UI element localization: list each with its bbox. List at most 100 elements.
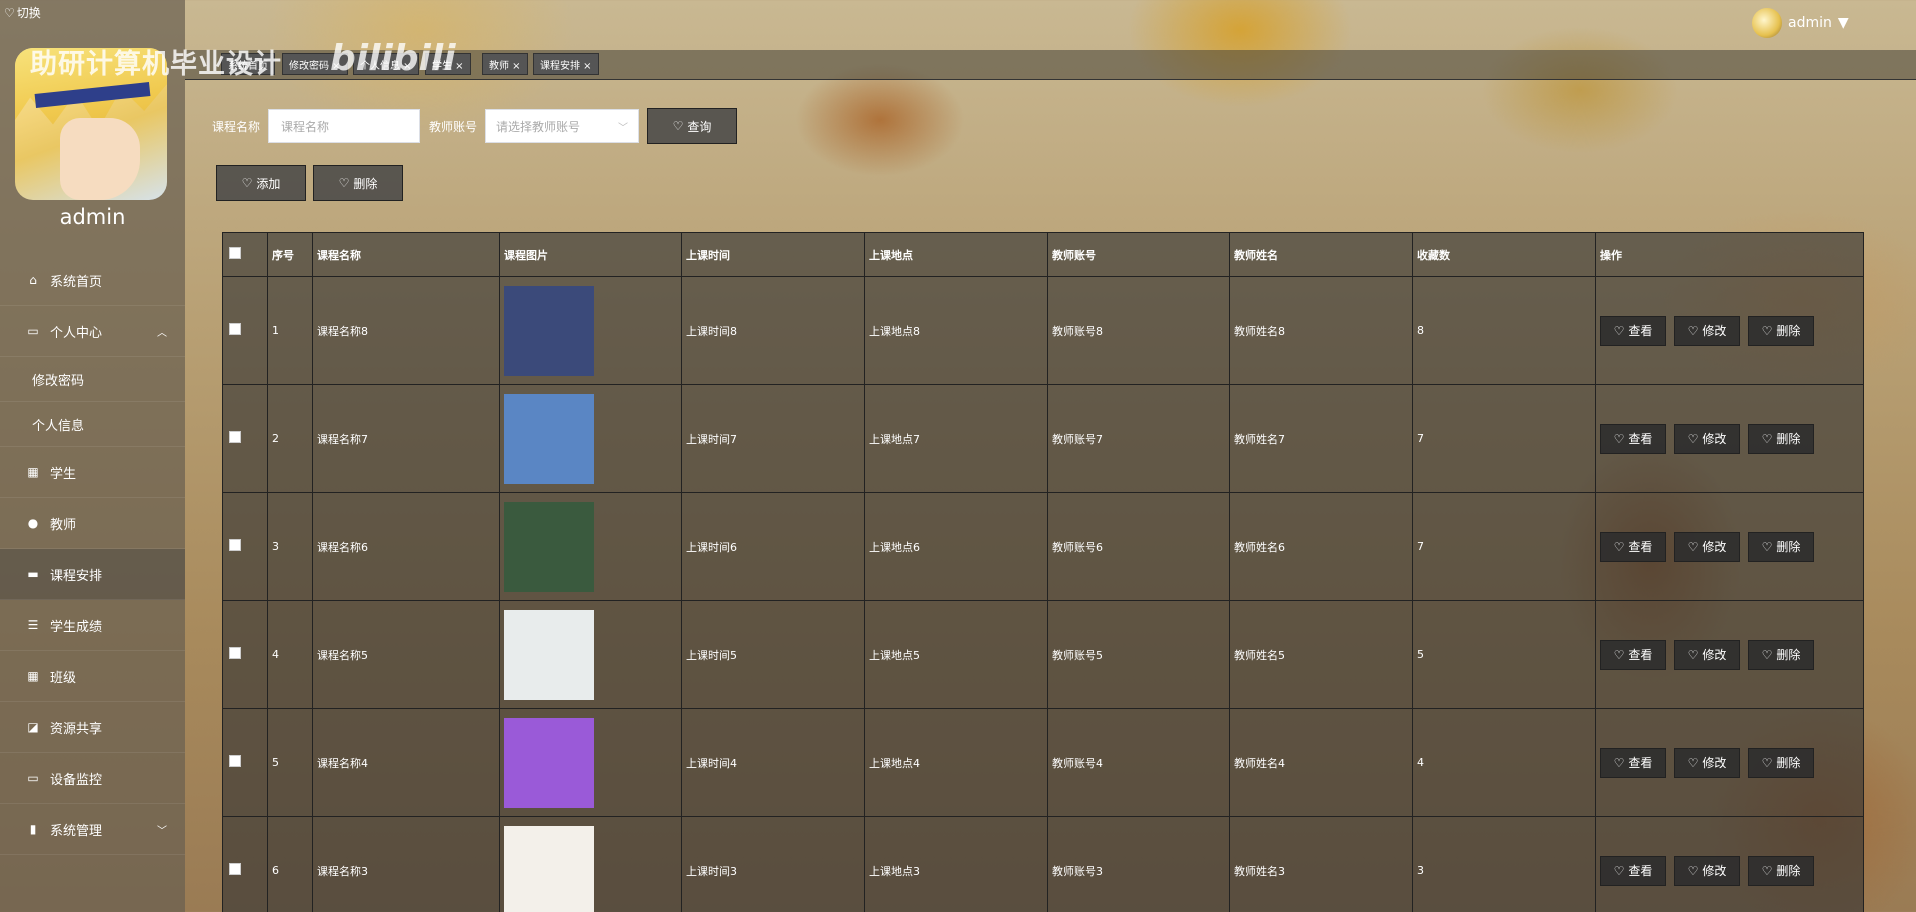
course-place-cell: 上课地点8 [864,276,1048,385]
course-name-cell: 课程名称7 [312,384,500,493]
row-delete-button[interactable]: ♡ 删除 [1748,855,1814,886]
sidebar-item-label: 设备监控 [50,772,103,788]
sidebar-item-label: 系统首页 [50,274,103,290]
edit-button[interactable]: ♡ 修改 [1674,747,1740,778]
view-button[interactable]: ♡ 查看 [1600,747,1666,778]
course-name-input[interactable]: 课程名称 [268,109,421,143]
top-user-menu[interactable]: admin ▼ [1752,8,1849,38]
heart-icon: ♡ [1687,863,1699,878]
row-checkbox[interactable] [229,755,241,767]
row-checkbox[interactable] [229,431,241,443]
edit-button[interactable]: ♡ 修改 [1674,531,1740,562]
caret-down-icon: ▼ [1837,15,1849,31]
sidebar-item-personal-center[interactable]: ▭ 个人中心 ︿ [0,306,185,357]
row-delete-button[interactable]: ♡ 删除 [1748,531,1814,562]
favorites-cell: 8 [1412,276,1596,385]
course-image-cell [499,816,682,912]
row-index: 4 [267,600,313,709]
sidebar-item-class[interactable]: ▦ 班级 [0,651,185,702]
monitor-icon: ▭ [27,771,39,785]
sidebar-menu: ⌂ 系统首页 ▭ 个人中心 ︿ 修改密码 个人信息 ▦ 学生 ● 教师 ▬ 课程… [0,255,185,855]
col-header: 收藏数 [1412,232,1596,277]
sidebar-item-label: 修改密码 [32,373,85,389]
delete-button[interactable]: ♡ 删除 [313,165,403,201]
add-button[interactable]: ♡ 添加 [216,165,306,201]
heart-icon: ♡ [1687,539,1699,554]
course-time-cell: 上课时间7 [681,384,865,493]
col-header: 序号 [267,232,313,277]
row-checkbox[interactable] [229,863,241,875]
sidebar-item-change-password[interactable]: 修改密码 [0,357,185,402]
col-header: 课程图片 [499,232,682,277]
edit-button[interactable]: ♡ 修改 [1674,423,1740,454]
row-delete-button[interactable]: ♡ 删除 [1748,315,1814,346]
view-button-label: 查看 [1628,756,1653,770]
heart-icon: ♡ [1761,755,1773,770]
edit-button-label: 修改 [1702,432,1727,446]
brand-watermark: bilibili [330,38,456,79]
view-button-label: 查看 [1628,864,1653,878]
row-actions-cell: ♡ 查看 ♡ 修改 ♡ 删除 [1595,492,1864,601]
row-checkbox[interactable] [229,647,241,659]
input-placeholder: 课程名称 [281,119,330,134]
view-button[interactable]: ♡ 查看 [1600,315,1666,346]
row-index: 2 [267,384,313,493]
chevron-down-icon: ﹀ [618,122,629,134]
row-select-cell [222,708,268,817]
course-image [504,825,594,912]
row-delete-button[interactable]: ♡ 删除 [1748,423,1814,454]
heart-icon: ♡ [1761,431,1773,446]
row-checkbox[interactable] [229,323,241,335]
sidebar-item-personal-info[interactable]: 个人信息 [0,402,185,447]
col-header: 上课地点 [864,232,1048,277]
sidebar-item-label: 个人中心 [50,325,103,341]
view-button[interactable]: ♡ 查看 [1600,531,1666,562]
teacher-account-select[interactable]: 请选择教师账号 ﹀ [485,109,640,143]
sidebar-item-system-management[interactable]: ▮ 系统管理 ﹀ [0,804,185,855]
col-header: 上课时间 [681,232,865,277]
sidebar-item-student-grades[interactable]: ☰ 学生成绩 [0,600,185,651]
tab-course-schedule[interactable]: 课程安排 × [533,53,599,75]
course-name-label: 课程名称 [212,119,261,134]
view-button-label: 查看 [1628,648,1653,662]
heart-icon: ♡ [1687,755,1699,770]
edit-button-label: 修改 [1702,540,1727,554]
query-button[interactable]: ♡ 查询 [647,108,738,144]
chat-icon: ▬ [27,567,39,581]
row-delete-button[interactable]: ♡ 删除 [1748,639,1814,670]
heart-icon: ♡ [1761,323,1773,338]
card-icon: ▭ [27,324,39,338]
teacher-account-cell: 教师账号4 [1047,708,1230,817]
sidebar-item-teacher[interactable]: ● 教师 [0,498,185,549]
col-header: 教师账号 [1047,232,1230,277]
query-button-label: 查询 [687,119,712,134]
heart-icon: ♡ [1687,323,1699,338]
table-row: 6 课程名称3 上课时间3 上课地点3 教师账号3 教师姓名3 3 ♡ 查看 ♡ 修改 ♡ 删除 [222,816,1864,912]
row-delete-button-label: 删除 [1776,540,1801,554]
tab-teacher[interactable]: 教师 × [482,53,528,75]
edit-button[interactable]: ♡ 修改 [1674,855,1740,886]
switch-button[interactable]: ♡ 切换 [4,4,41,21]
select-all-checkbox[interactable] [229,247,241,259]
view-button-label: 查看 [1628,540,1653,554]
sidebar-item-home[interactable]: ⌂ 系统首页 [0,255,185,306]
row-delete-button[interactable]: ♡ 删除 [1748,747,1814,778]
sidebar-item-student[interactable]: ▦ 学生 [0,447,185,498]
sidebar-item-resource-sharing[interactable]: ◪ 资源共享 [0,702,185,753]
view-button[interactable]: ♡ 查看 [1600,639,1666,670]
sidebar-item-device-monitor[interactable]: ▭ 设备监控 [0,753,185,804]
view-button[interactable]: ♡ 查看 [1600,423,1666,454]
row-checkbox[interactable] [229,539,241,551]
edit-button[interactable]: ♡ 修改 [1674,639,1740,670]
row-actions-cell: ♡ 查看 ♡ 修改 ♡ 删除 [1595,600,1864,709]
sidebar-item-label: 课程安排 [50,568,103,584]
chart-icon: ◪ [27,720,39,734]
row-actions-cell: ♡ 查看 ♡ 修改 ♡ 删除 [1595,384,1864,493]
person-icon: ● [27,516,39,530]
row-select-cell [222,492,268,601]
sidebar-item-course-schedule[interactable]: ▬ 课程安排 [0,549,185,600]
heart-icon: ♡ [672,119,684,133]
view-button[interactable]: ♡ 查看 [1600,855,1666,886]
row-index: 3 [267,492,313,601]
edit-button[interactable]: ♡ 修改 [1674,315,1740,346]
